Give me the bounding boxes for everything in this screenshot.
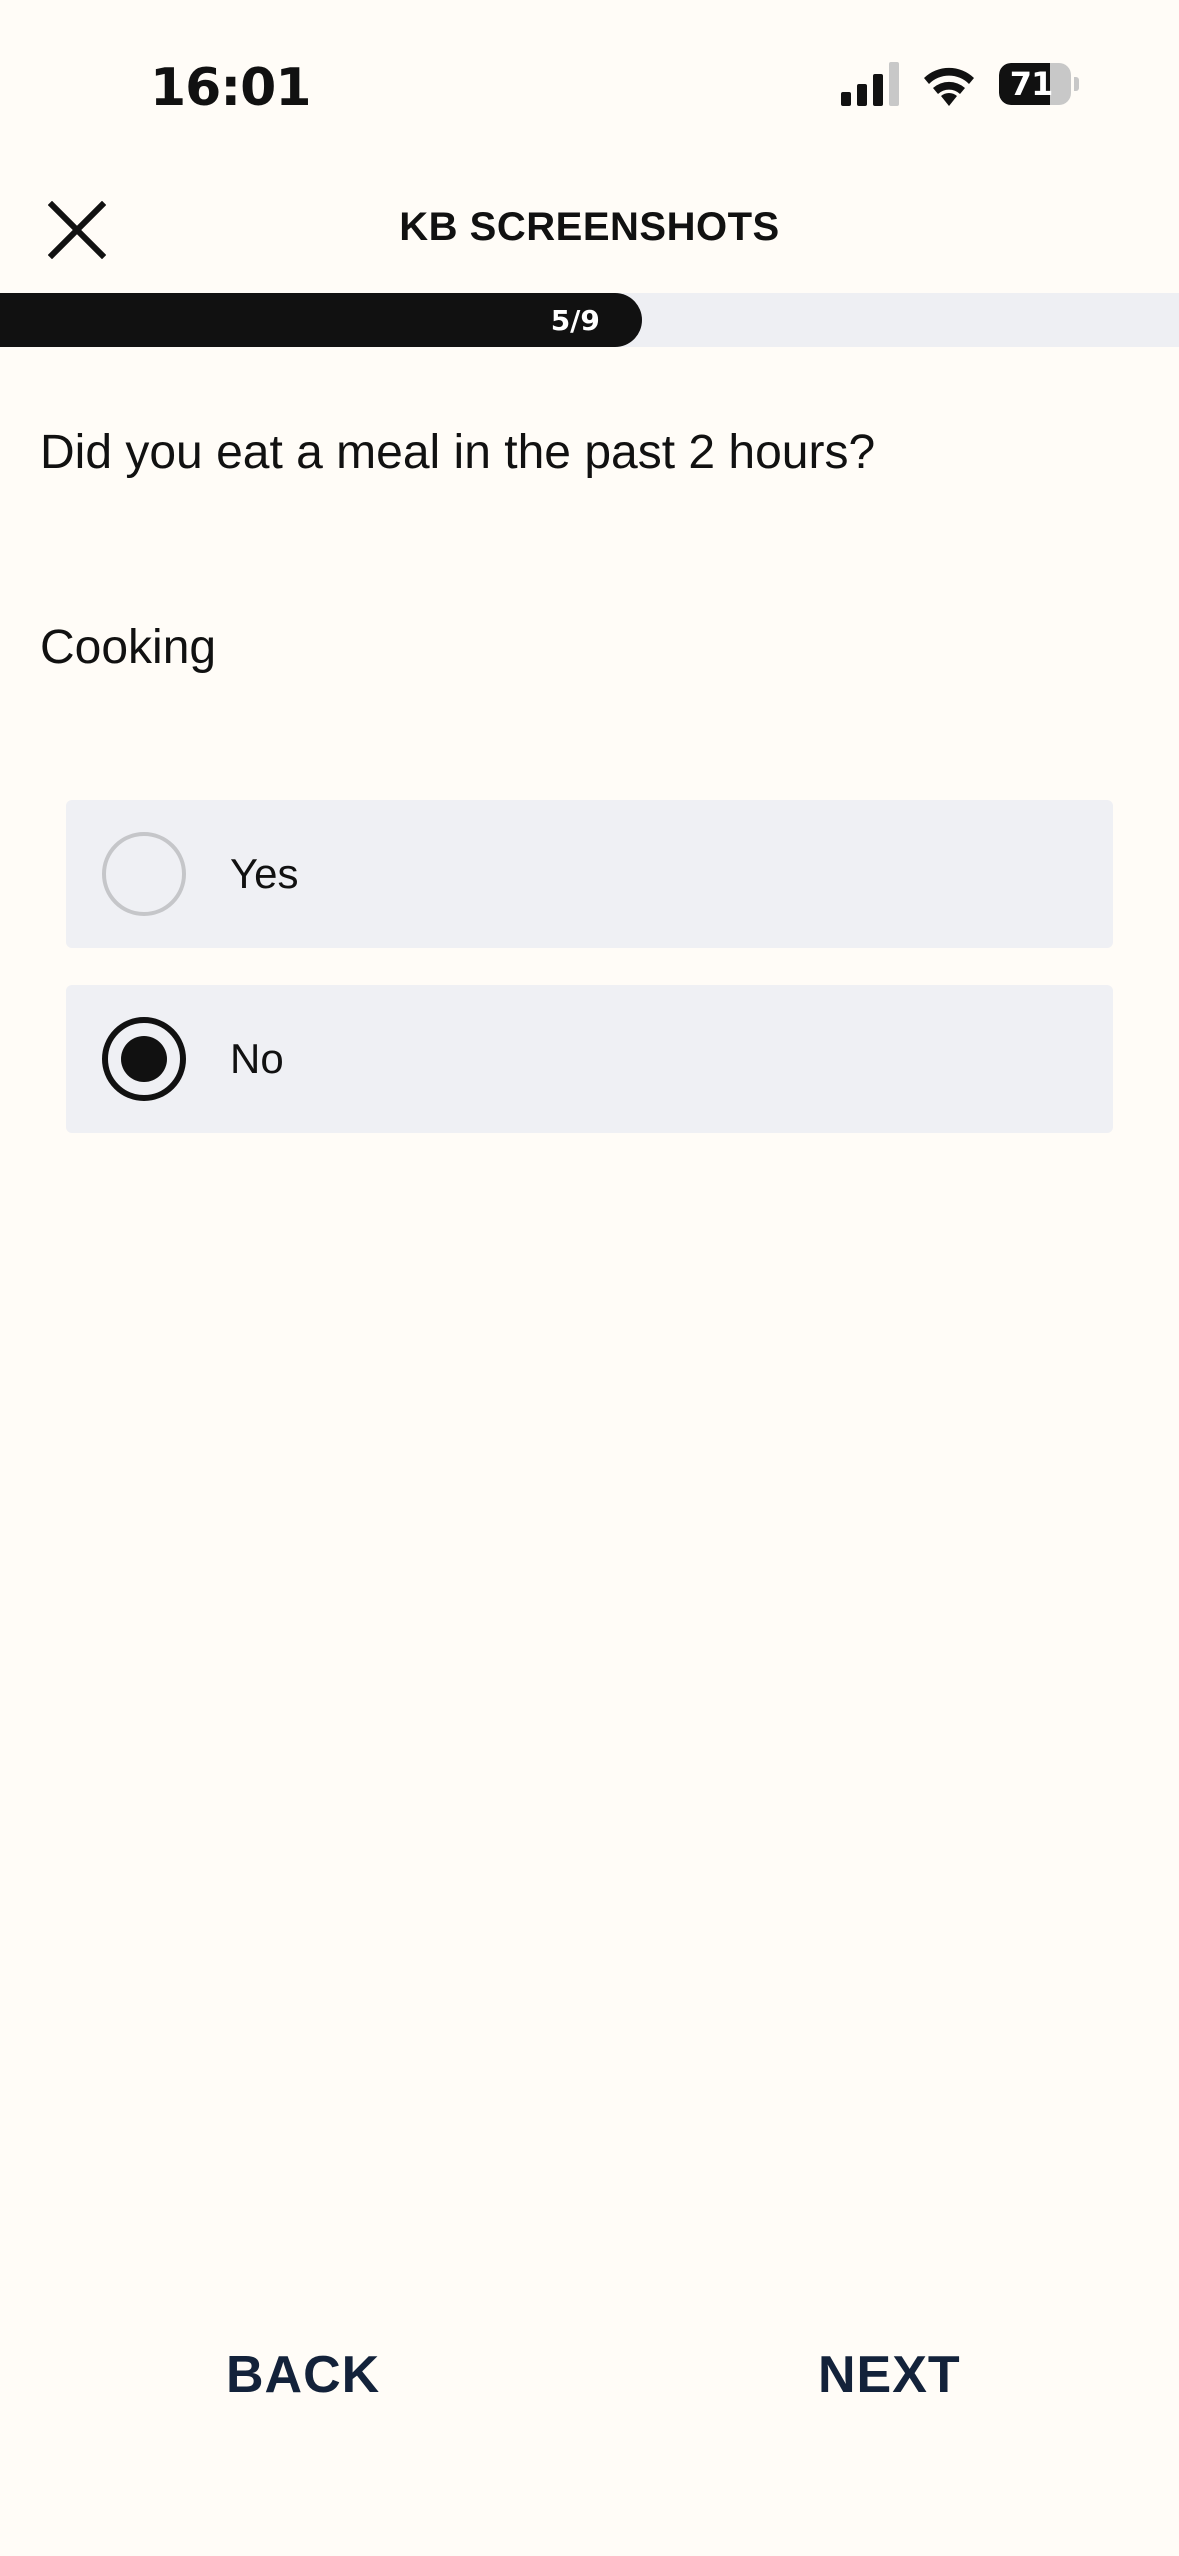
battery-level: 71 [1009,65,1054,103]
option-label: No [230,1035,284,1082]
wifi-icon [924,67,974,106]
status-time: 16:01 [150,58,312,118]
option-no[interactable]: No [66,985,1113,1133]
status-bar: 16:01 71 [0,0,1179,170]
next-button[interactable]: NEXT [818,2345,961,2405]
radio-button[interactable] [102,832,186,916]
progress-fill: 5/9 [0,293,642,347]
radio-dot [121,1036,167,1082]
progress-bar: 5/9 [0,293,1179,347]
question-category: Cooking [40,621,217,674]
header: KB SCREENSHOTS [0,175,1179,285]
back-button[interactable]: BACK [226,2345,380,2405]
progress-label: 5/9 [550,303,600,337]
page-title: KB SCREENSHOTS [399,205,780,249]
options-list: Yes No [66,800,1113,1170]
radio-button[interactable] [102,1017,186,1101]
status-icons: 71 [841,62,1079,106]
battery-body: 71 [999,63,1072,105]
battery-icon: 71 [999,62,1079,106]
option-yes[interactable]: Yes [66,800,1113,948]
signal-icon [841,62,899,106]
option-label: Yes [230,850,299,897]
battery-cap [1074,77,1079,91]
question-text: Did you eat a meal in the past 2 hours? [40,426,876,479]
